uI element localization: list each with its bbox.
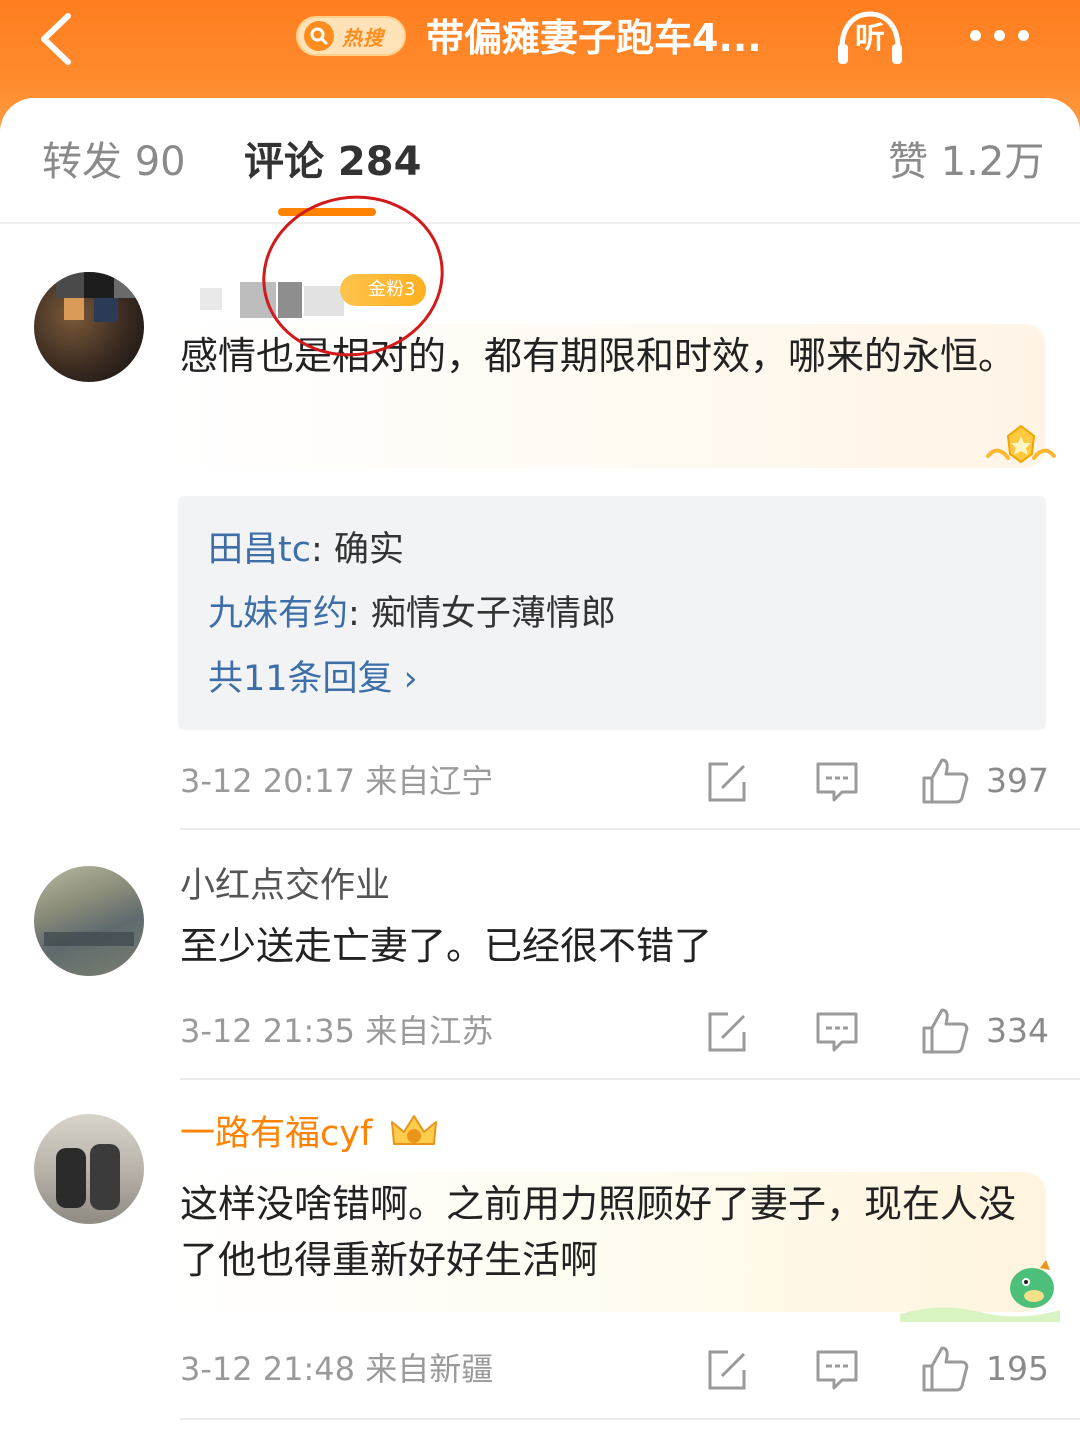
- back-icon: [41, 13, 71, 65]
- comment-icon: [816, 1350, 858, 1390]
- reply-preview[interactable]: 田昌tc: 确实 九妹有约: 痴情女子薄情郎 共11条回复 ›: [178, 496, 1046, 730]
- hot-search-badge[interactable]: 热搜: [296, 16, 406, 56]
- comment-icon: [816, 762, 858, 802]
- divider: [180, 1418, 1080, 1420]
- page-title: 带偏瘫妻子跑车4...: [426, 16, 762, 60]
- listen-label: 听: [855, 21, 885, 56]
- hot-badge-label: 热搜: [342, 25, 384, 50]
- reply-text: : 痴情女子薄情郎: [348, 594, 616, 634]
- like-button[interactable]: 195: [920, 1344, 1049, 1394]
- listen-button[interactable]: 听: [834, 8, 906, 68]
- reply-button[interactable]: [814, 1006, 860, 1056]
- like-icon: [922, 758, 969, 804]
- back-button[interactable]: [34, 8, 84, 66]
- tab-likes[interactable]: 赞 1.2万: [888, 132, 1044, 192]
- tab-reposts[interactable]: 转发 90: [42, 132, 186, 192]
- like-count: 195: [986, 1349, 1049, 1388]
- comment-meta: 3-12 21:35 来自江苏 334: [180, 1006, 1049, 1056]
- comment-time-location: 3-12 21:48 来自新疆: [180, 1350, 494, 1388]
- search-icon: [304, 21, 334, 51]
- reply-username[interactable]: 九妹有约: [208, 594, 348, 634]
- vip-crown-icon: [391, 1115, 437, 1145]
- reply-text: : 确实: [310, 530, 404, 570]
- active-tab-indicator: [278, 208, 376, 216]
- like-icon: [922, 1346, 969, 1392]
- avatar[interactable]: [34, 866, 144, 976]
- fan-badge: 金粉3: [340, 274, 426, 306]
- like-icon: [922, 1008, 969, 1054]
- comment-time-location: 3-12 21:35 来自江苏: [180, 1012, 494, 1050]
- fan-badge-label: 金粉3: [368, 279, 416, 300]
- reply-button[interactable]: [814, 1344, 860, 1394]
- comment-bubble: 感情也是相对的，都有期限和时效，哪来的永恒。: [170, 324, 1056, 468]
- username-blurred[interactable]: [200, 280, 350, 320]
- avatar[interactable]: [34, 272, 144, 382]
- share-icon: [708, 762, 746, 802]
- comment-text[interactable]: 至少送走亡妻了。已经很不错了: [170, 918, 1046, 974]
- share-icon: [708, 1350, 746, 1390]
- comment-username[interactable]: 小红点交作业: [180, 864, 390, 908]
- share-button[interactable]: [704, 756, 750, 806]
- comment-username[interactable]: 一路有福cyf: [180, 1112, 372, 1156]
- divider: [180, 1078, 1080, 1080]
- comment-meta: 3-12 21:48 来自新疆 195: [180, 1344, 1049, 1394]
- divider: [180, 828, 1080, 830]
- reply-button[interactable]: [814, 756, 860, 806]
- comment-text[interactable]: 感情也是相对的，都有期限和时效，哪来的永恒。: [170, 324, 1046, 384]
- like-button[interactable]: 334: [920, 1006, 1049, 1056]
- tab-bar: 转发 90 评论 284 赞 1.2万: [0, 98, 1080, 224]
- like-button[interactable]: 397: [920, 756, 1049, 806]
- like-count: 334: [986, 1011, 1049, 1050]
- reply-username[interactable]: 田昌tc: [208, 530, 311, 570]
- comment-meta: 3-12 20:17 来自辽宁 397: [180, 756, 1049, 806]
- view-all-replies-link[interactable]: 共11条回复 ›: [208, 646, 1016, 712]
- share-button[interactable]: [704, 1006, 750, 1056]
- reply-item[interactable]: 九妹有约: 痴情女子薄情郎: [208, 582, 1016, 646]
- comment-time-location: 3-12 20:17 来自辽宁: [180, 762, 494, 800]
- comment-bubble: 这样没啥错啊。之前用力照顾好了妻子，现在人没了他也得重新好好生活啊: [170, 1172, 1060, 1322]
- share-button[interactable]: [704, 1344, 750, 1394]
- reply-item[interactable]: 田昌tc: 确实: [208, 518, 1016, 582]
- dinosaur-sticker-icon: [900, 1260, 1060, 1322]
- like-count: 397: [986, 761, 1049, 800]
- comment-icon: [816, 1012, 858, 1052]
- comment-bubble: 至少送走亡妻了。已经很不错了: [170, 918, 1046, 978]
- gold-star-decoration-icon: [986, 424, 1056, 464]
- tab-comments[interactable]: 评论 284: [244, 132, 421, 192]
- more-button[interactable]: [960, 16, 1040, 56]
- share-icon: [708, 1012, 746, 1052]
- avatar[interactable]: [34, 1114, 144, 1224]
